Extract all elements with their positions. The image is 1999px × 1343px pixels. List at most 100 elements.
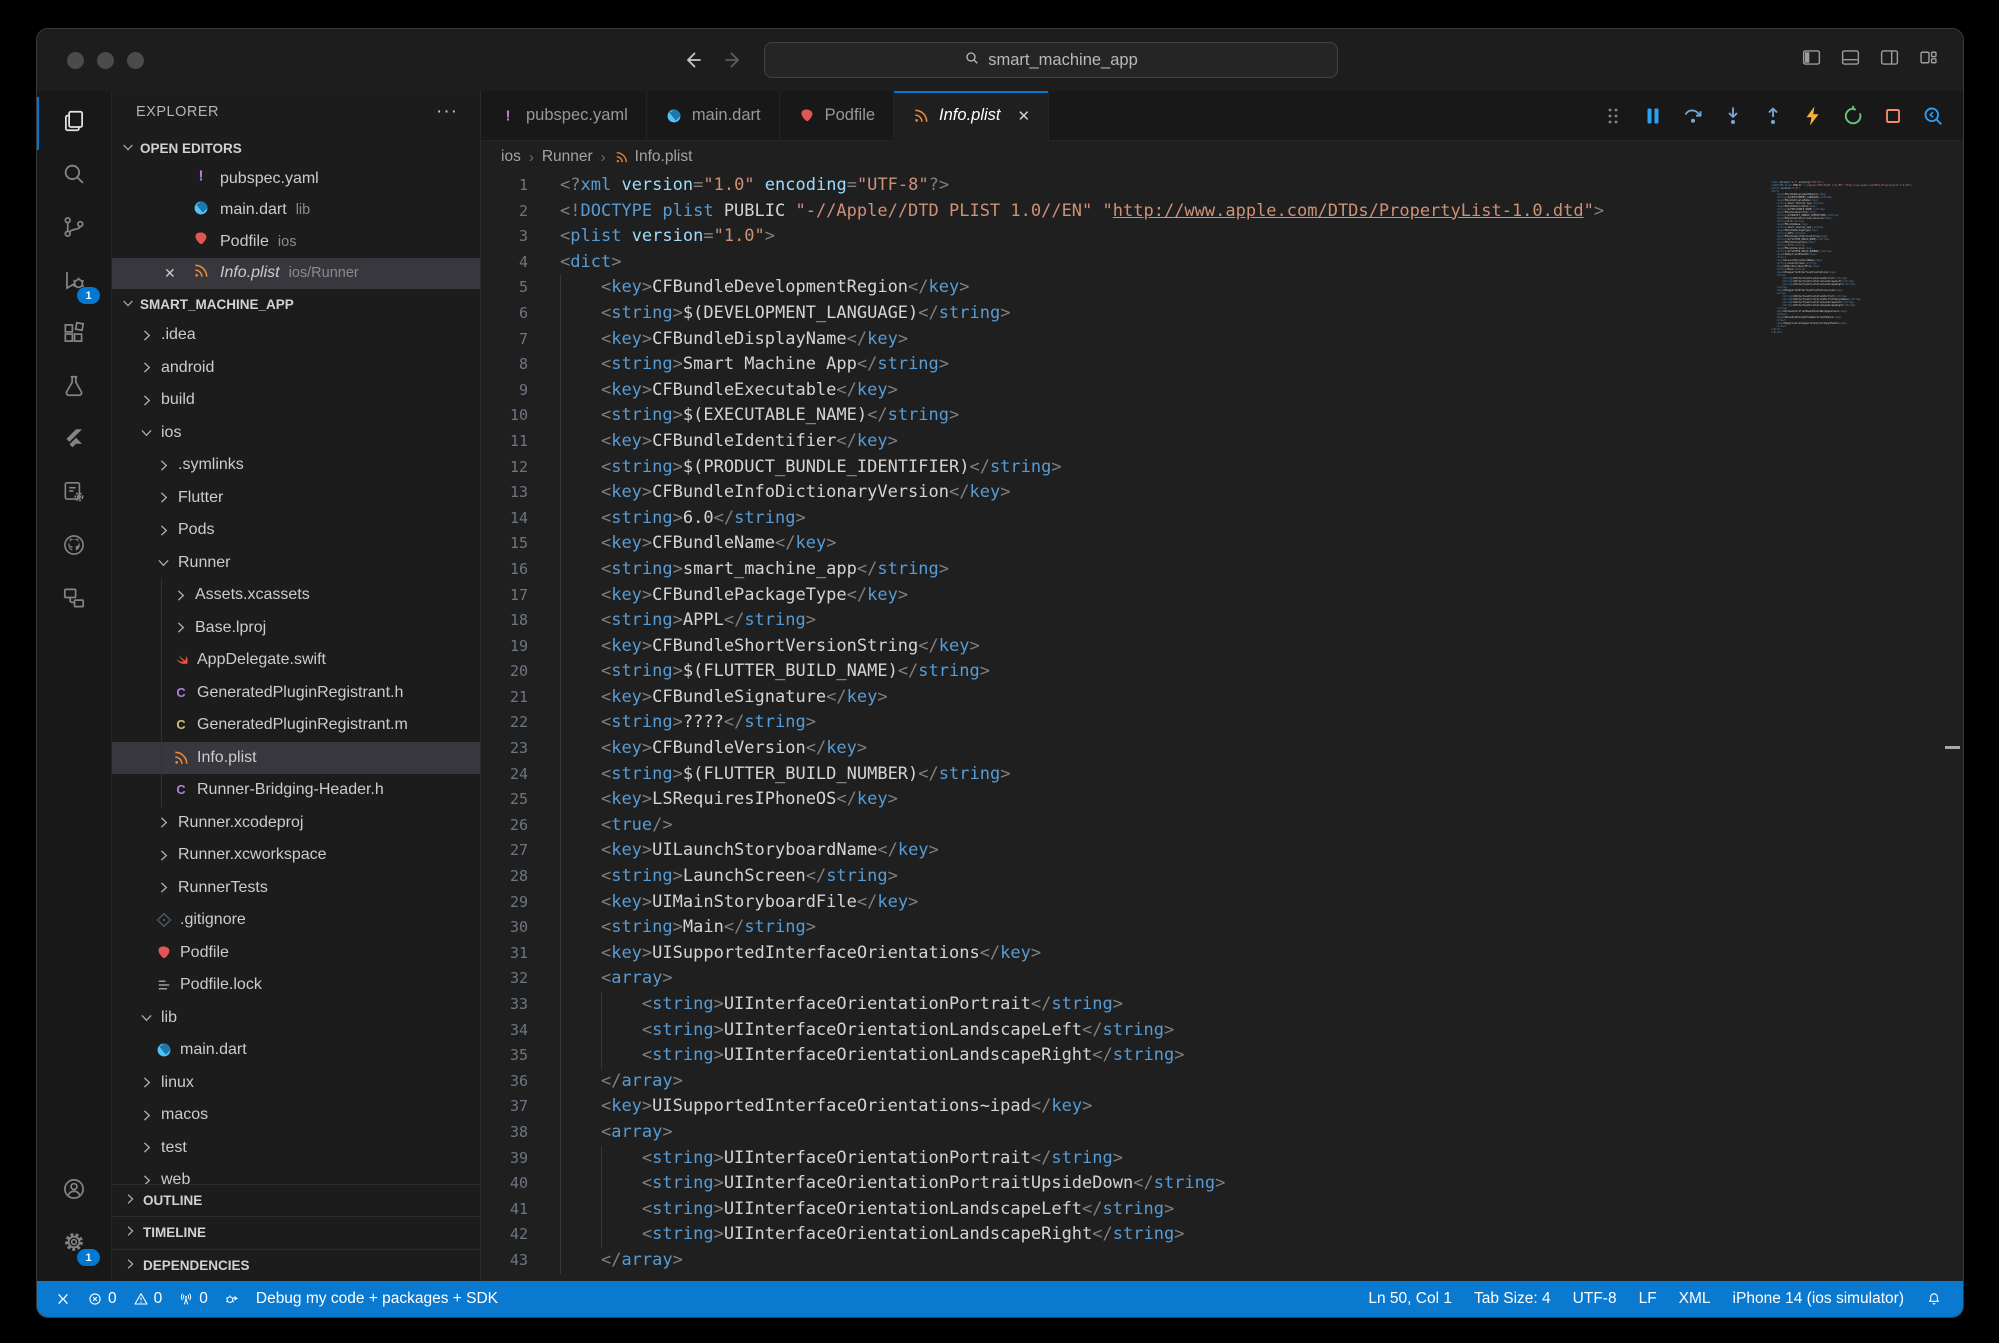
- activity-source-control[interactable]: [37, 203, 111, 256]
- activity-search[interactable]: [37, 150, 111, 203]
- status-error[interactable]: 0: [79, 1281, 125, 1317]
- activity-run-debug[interactable]: 1: [37, 256, 111, 309]
- activity-dart-devtools[interactable]: [37, 468, 111, 521]
- tree-item-AppDelegate.swift[interactable]: AppDelegate.swift: [112, 644, 480, 677]
- tree-item-Runner.xcodeproj[interactable]: Runner.xcodeproj: [112, 807, 480, 840]
- status-lf[interactable]: LF: [1628, 1281, 1668, 1317]
- toggle-panel-icon[interactable]: [1840, 47, 1861, 73]
- tree-item-Runner-Bridging-Header.h[interactable]: CRunner-Bridging-Header.h: [112, 774, 480, 807]
- debug-stop-button[interactable]: [1881, 104, 1905, 128]
- status-warning[interactable]: 0: [125, 1281, 171, 1317]
- open-editors-header[interactable]: OPEN EDITORS: [112, 133, 480, 163]
- customize-layout-icon[interactable]: [1918, 47, 1939, 73]
- tab-Info.plist[interactable]: Info.plist✕: [894, 91, 1049, 141]
- breadcrumb-item-ios[interactable]: ios: [501, 148, 521, 166]
- open-editor-Podfile[interactable]: Podfileios: [112, 226, 480, 258]
- tree-item-GeneratedPluginRegistrant.h[interactable]: CGeneratedPluginRegistrant.h: [112, 677, 480, 710]
- tree-item-Flutter[interactable]: Flutter: [112, 482, 480, 515]
- tree-item-Pods[interactable]: Pods: [112, 514, 480, 547]
- status-remote-indicator[interactable]: [47, 1281, 79, 1317]
- activity-remote-explorer[interactable]: [37, 574, 111, 627]
- close-tab-icon[interactable]: ✕: [1018, 107, 1031, 125]
- tree-item-macos[interactable]: macos: [112, 1099, 480, 1132]
- indent-guide: [560, 327, 561, 353]
- tree-item-Assets.xcassets[interactable]: Assets.xcassets: [112, 579, 480, 612]
- debug-devtools-button[interactable]: [1921, 104, 1945, 128]
- close-window-button[interactable]: [67, 52, 84, 69]
- line-number: 28: [481, 864, 528, 890]
- debug-hot-reload-button[interactable]: [1801, 104, 1825, 128]
- tree-item-Podfile.lock[interactable]: Podfile.lock: [112, 969, 480, 1002]
- forward-button[interactable]: [722, 48, 746, 72]
- minimap-line: </plist>: [1771, 331, 1916, 334]
- tree-item-web[interactable]: web: [112, 1164, 480, 1184]
- code-editor[interactable]: 1<?xml version="1.0" encoding="UTF-8"?>2…: [481, 173, 1963, 1281]
- breadcrumb-item-Runner[interactable]: Runner: [542, 148, 593, 166]
- code-text: <key>CFBundleName</key>: [528, 531, 836, 557]
- tree-item-label: Info.plist: [197, 749, 257, 767]
- toggle-secondary-sidebar-icon[interactable]: [1879, 47, 1900, 73]
- tree-item-ios[interactable]: ios: [112, 417, 480, 450]
- debug-step-over-button[interactable]: [1681, 104, 1705, 128]
- tab-Podfile[interactable]: Podfile: [780, 91, 894, 141]
- minimize-window-button[interactable]: [97, 52, 114, 69]
- tree-item-Info.plist[interactable]: Info.plist: [112, 742, 480, 775]
- activity-account[interactable]: [37, 1165, 111, 1218]
- tree-item-label: Assets.xcassets: [195, 586, 310, 604]
- sidebar-more-actions-icon[interactable]: ···: [436, 101, 458, 123]
- maximize-window-button[interactable]: [127, 52, 144, 69]
- line-number: 32: [481, 966, 528, 992]
- close-icon[interactable]: ✕: [164, 265, 192, 282]
- debug-grip-button[interactable]: [1601, 104, 1625, 128]
- breadcrumb-item-Info.plist[interactable]: Info.plist: [614, 148, 693, 166]
- tree-item-android[interactable]: android: [112, 352, 480, 385]
- status-iphone-14-ios-simulator-[interactable]: iPhone 14 (ios simulator): [1722, 1281, 1915, 1317]
- activity-explorer[interactable]: [37, 97, 111, 150]
- tree-item-GeneratedPluginRegistrant.m[interactable]: CGeneratedPluginRegistrant.m: [112, 709, 480, 742]
- tree-item-build[interactable]: build: [112, 384, 480, 417]
- status-xml[interactable]: XML: [1668, 1281, 1722, 1317]
- activity-flutter[interactable]: [37, 415, 111, 468]
- tree-item-Runner.xcworkspace[interactable]: Runner.xcworkspace: [112, 839, 480, 872]
- tree-item-main.dart[interactable]: main.dart: [112, 1034, 480, 1067]
- tab-main.dart[interactable]: main.dart: [647, 91, 780, 141]
- project-section-header[interactable]: SMART_MACHINE_APP: [112, 289, 480, 319]
- tree-item-Podfile[interactable]: Podfile: [112, 937, 480, 970]
- status-tab-size-4[interactable]: Tab Size: 4: [1463, 1281, 1562, 1317]
- status-bell[interactable]: [1915, 1281, 1953, 1317]
- search-input[interactable]: smart_machine_app: [764, 42, 1338, 78]
- debug-step-out-button[interactable]: [1761, 104, 1785, 128]
- tab-pubspec.yaml[interactable]: !pubspec.yaml: [481, 91, 647, 141]
- activity-settings[interactable]: 1: [37, 1218, 111, 1271]
- activity-github[interactable]: [37, 521, 111, 574]
- activity-testing[interactable]: [37, 362, 111, 415]
- debug-restart-button[interactable]: [1841, 104, 1865, 128]
- tree-item-lib[interactable]: lib: [112, 1002, 480, 1035]
- indent-guide: [560, 608, 561, 634]
- debug-pause-button[interactable]: [1641, 104, 1665, 128]
- status-utf-8[interactable]: UTF-8: [1562, 1281, 1628, 1317]
- status-debug-my-code-packages-sdk[interactable]: Debug my code + packages + SDK: [248, 1281, 506, 1317]
- section-outline[interactable]: OUTLINE: [112, 1184, 480, 1217]
- open-editor-Info.plist[interactable]: ✕Info.plistios/Runner: [112, 258, 480, 290]
- tree-item-RunnerTests[interactable]: RunnerTests: [112, 872, 480, 905]
- status-ln-50-col-1[interactable]: Ln 50, Col 1: [1357, 1281, 1463, 1317]
- minimap[interactable]: <?xml version="1.0" encoding="UTF-8"?><!…: [1771, 181, 1916, 334]
- status-radio-tower[interactable]: 0: [170, 1281, 216, 1317]
- open-editor-pubspec.yaml[interactable]: !pubspec.yaml: [112, 163, 480, 195]
- status-debug-status[interactable]: [216, 1281, 248, 1317]
- tree-item-.symlinks[interactable]: .symlinks: [112, 449, 480, 482]
- tree-item-linux[interactable]: linux: [112, 1067, 480, 1100]
- activity-extensions[interactable]: [37, 309, 111, 362]
- tree-item-test[interactable]: test: [112, 1132, 480, 1165]
- tree-item-Base.lproj[interactable]: Base.lproj: [112, 612, 480, 645]
- section-dependencies[interactable]: DEPENDENCIES: [112, 1249, 480, 1282]
- debug-step-into-button[interactable]: [1721, 104, 1745, 128]
- tree-item-.gitignore[interactable]: .gitignore: [112, 904, 480, 937]
- tree-item-.idea[interactable]: .idea: [112, 319, 480, 352]
- open-editor-main.dart[interactable]: main.dartlib: [112, 195, 480, 227]
- tree-item-Runner[interactable]: Runner: [112, 547, 480, 580]
- toggle-primary-sidebar-icon[interactable]: [1801, 47, 1822, 73]
- section-timeline[interactable]: TIMELINE: [112, 1216, 480, 1249]
- back-button[interactable]: [680, 48, 704, 72]
